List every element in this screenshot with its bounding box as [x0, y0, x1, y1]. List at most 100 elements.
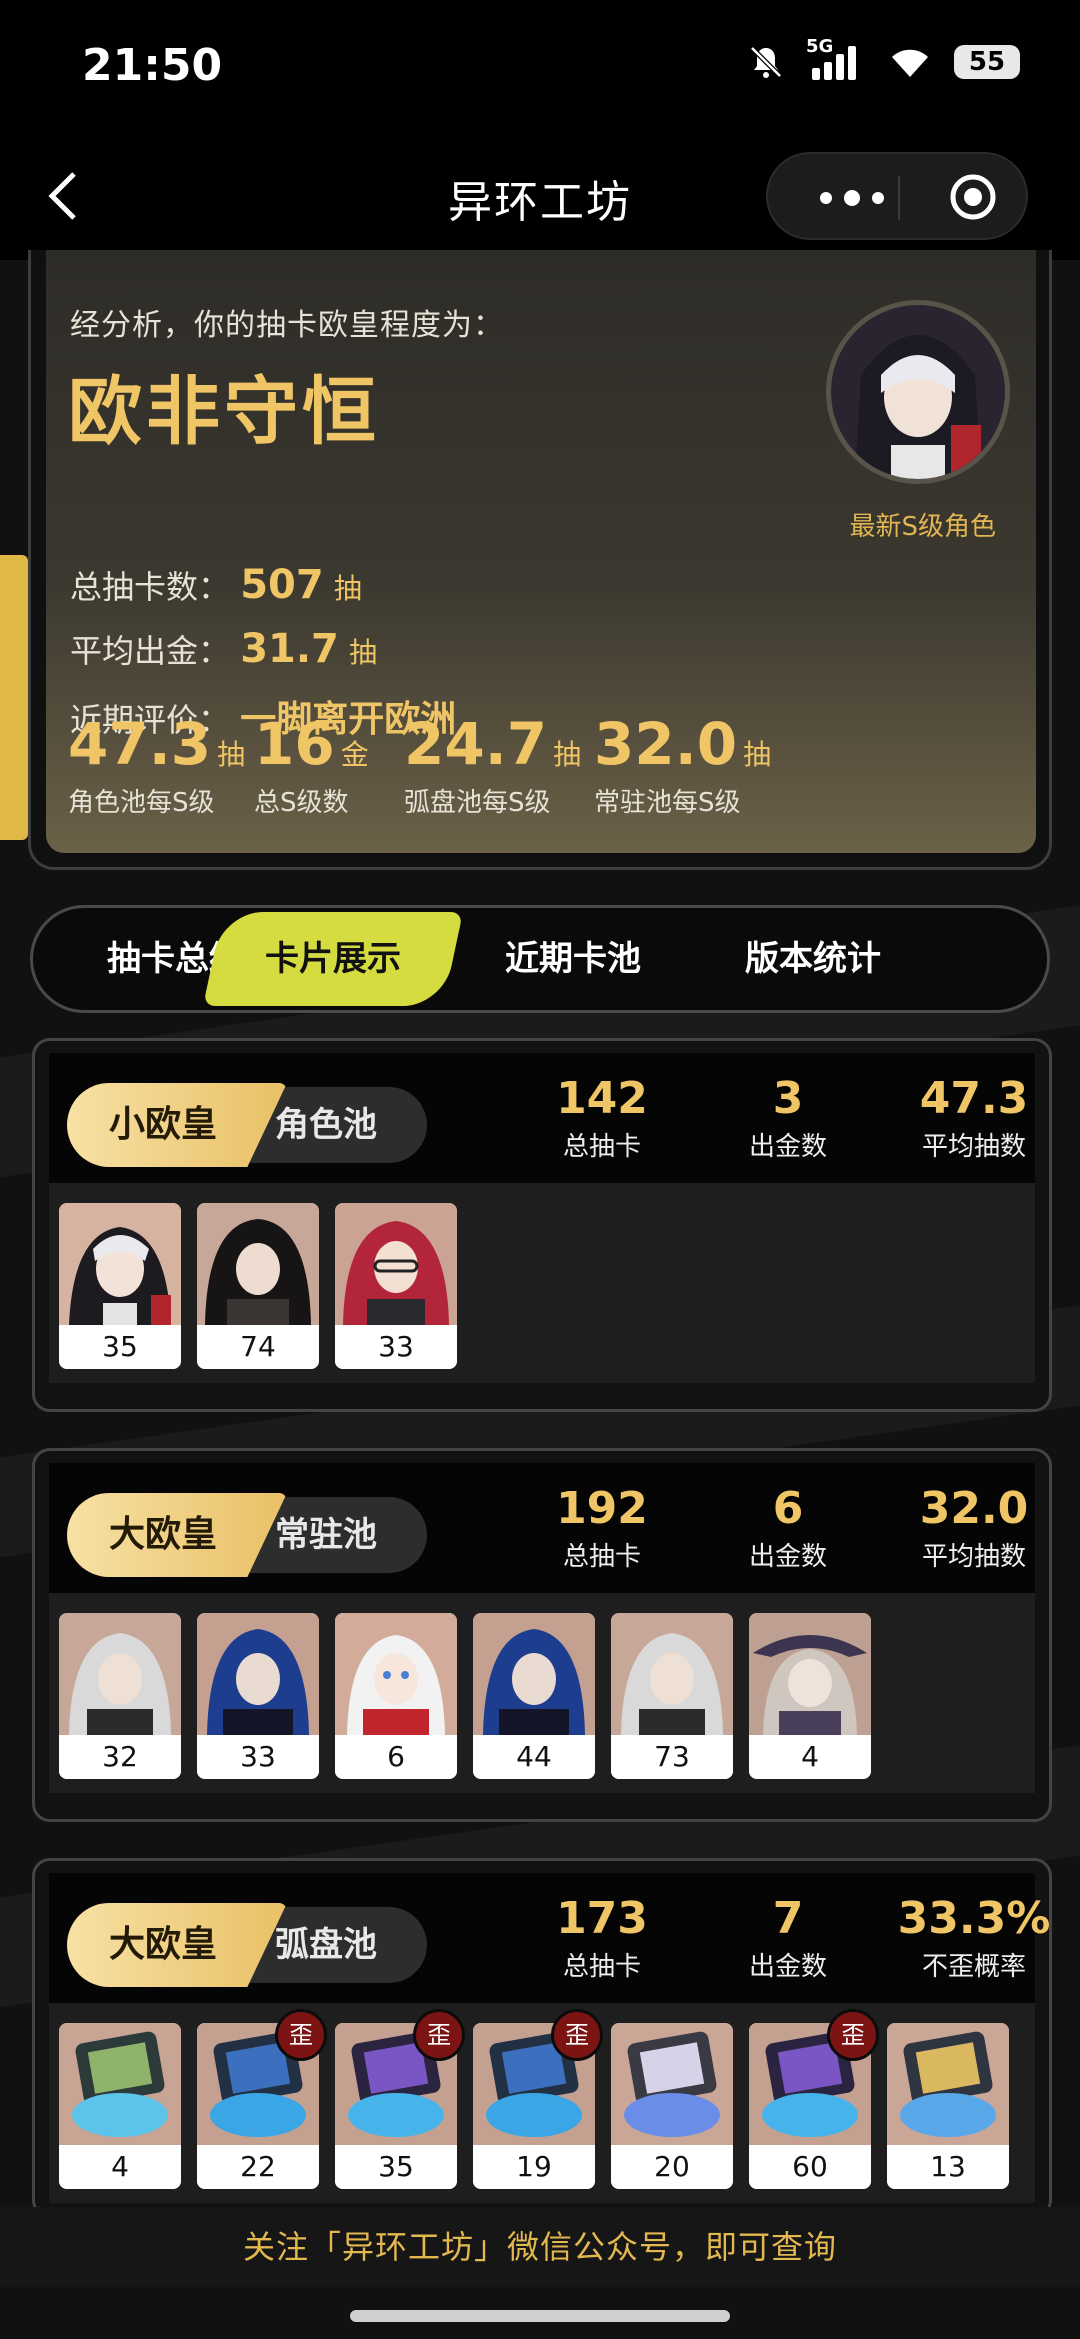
- pool-stat: 192 总抽卡: [517, 1483, 687, 1573]
- stat-unit: 金: [340, 738, 369, 771]
- capsule-divider: [898, 176, 900, 220]
- disc-card[interactable]: 4: [59, 2023, 181, 2189]
- pull-count: 6: [335, 1735, 457, 1779]
- pool-stat-value: 7: [772, 1893, 804, 1944]
- pool-card-character: 角色池 小欧皇 142 总抽卡 3 出金数 47.3 平均抽数 35 74 33: [32, 1038, 1052, 1412]
- stat-unit: 抽: [553, 738, 582, 771]
- pool-name: 角色池: [275, 1105, 377, 1145]
- character-card[interactable]: 35: [59, 1203, 181, 1369]
- disc-card[interactable]: 歪 35: [335, 2009, 465, 2189]
- pool-stat-label: 出金数: [748, 1132, 827, 1162]
- pool-name: 常驻池: [275, 1515, 377, 1555]
- luck-grade: 欧非守恒: [68, 369, 380, 455]
- stat-disc-pool: 24.7 抽 弧盘池每S级: [404, 710, 581, 819]
- character-portrait: [473, 1613, 595, 1735]
- latest-s-rank-avatar[interactable]: [826, 300, 1010, 484]
- tab-label: 近期卡池: [505, 939, 641, 979]
- total-pulls-label: 总抽卡数：: [70, 568, 231, 606]
- pool-stat: 3 出金数: [703, 1073, 873, 1163]
- character-card[interactable]: 74: [197, 1203, 319, 1369]
- pool-card-list: 35 74 33: [49, 1183, 1035, 1383]
- stat-caption: 总S级数: [254, 788, 349, 818]
- disc-artwork: [59, 2023, 181, 2145]
- pool-stat: 7 出金数: [703, 1893, 873, 1983]
- pool-name: 弧盘池: [275, 1925, 377, 1965]
- character-portrait: [197, 1203, 319, 1325]
- off-banner-badge: 歪: [827, 2009, 879, 2061]
- status-icons: 5G 55: [748, 36, 1020, 80]
- avg-gold-label: 平均出金：: [70, 632, 231, 670]
- pull-count: 22: [197, 2145, 319, 2189]
- disc-card[interactable]: 20: [611, 2023, 733, 2189]
- off-banner-badge: 歪: [275, 2009, 327, 2061]
- pull-count: 74: [197, 1325, 319, 1369]
- character-portrait: [335, 1613, 457, 1735]
- more-dots-icon[interactable]: [812, 180, 892, 216]
- disc-card[interactable]: 歪 19: [473, 2009, 603, 2189]
- tab-bar: 抽卡总结 卡片展示 近期卡池 版本统计: [30, 905, 1050, 1013]
- pool-stat-label: 总抽卡: [562, 1542, 641, 1572]
- pool-stat-label: 出金数: [748, 1952, 827, 1982]
- stat-value: 16: [254, 710, 335, 778]
- stat-caption: 角色池每S级: [68, 788, 215, 818]
- pull-count: 19: [473, 2145, 595, 2189]
- character-portrait: [749, 1613, 871, 1735]
- stat-value: 24.7: [404, 710, 548, 778]
- pull-count: 35: [59, 1325, 181, 1369]
- close-target-icon[interactable]: [948, 172, 998, 222]
- character-card[interactable]: 32: [59, 1613, 181, 1779]
- status-bar: 21:50 5G 55: [0, 0, 1080, 140]
- stat-total-s: 16 金 总S级数: [254, 710, 369, 819]
- pool-card-disc: 弧盘池 大欧皇 173 总抽卡 7 出金数 33.3% 不歪概率 4 歪 22 歪: [32, 1858, 1052, 2218]
- pool-stat-label: 不歪概率: [921, 1952, 1026, 1982]
- pool-stat: 32.0 平均抽数: [889, 1483, 1059, 1573]
- disc-artwork: [887, 2023, 1009, 2145]
- disc-card[interactable]: 歪 60: [749, 2009, 879, 2189]
- stat-caption: 常驻池每S级: [594, 788, 741, 818]
- tab-version-stats[interactable]: 版本统计: [693, 908, 933, 1010]
- character-card[interactable]: 33: [335, 1203, 457, 1369]
- stat-value: 47.3: [68, 710, 212, 778]
- pool-card-standard: 常驻池 大欧皇 192 总抽卡 6 出金数 32.0 平均抽数 32 33 6 44: [32, 1448, 1052, 1822]
- pool-stat-value: 3: [772, 1073, 804, 1124]
- pull-count: 4: [749, 1735, 871, 1779]
- pool-header: 角色池 小欧皇 142 总抽卡 3 出金数 47.3 平均抽数: [49, 1053, 1035, 1183]
- character-card[interactable]: 33: [197, 1613, 319, 1779]
- mini-program-capsule: [766, 152, 1028, 240]
- nav-bar: 异环工坊: [0, 140, 1080, 260]
- rank-label: 大欧皇: [109, 1924, 218, 1965]
- pool-stat-value: 142: [556, 1073, 648, 1124]
- pool-stat-value: 6: [772, 1483, 804, 1534]
- stat-unit: 抽: [217, 738, 246, 771]
- character-card[interactable]: 6: [335, 1613, 457, 1779]
- pull-count: 44: [473, 1735, 595, 1779]
- pull-count: 73: [611, 1735, 733, 1779]
- avg-gold-value: 31.7: [240, 626, 339, 672]
- mute-bell-icon: [750, 46, 782, 78]
- disc-card[interactable]: 13: [887, 2023, 1009, 2189]
- stat-standard-pool: 32.0 抽 常驻池每S级: [594, 710, 771, 819]
- character-card[interactable]: 4: [749, 1613, 871, 1779]
- pool-stat-label: 平均抽数: [921, 1542, 1026, 1572]
- pull-count: 60: [749, 2145, 871, 2189]
- pool-stat-value: 32.0: [919, 1483, 1029, 1534]
- character-portrait: [59, 1203, 181, 1325]
- pool-stat: 47.3 平均抽数: [889, 1073, 1059, 1163]
- tab-card-display[interactable]: 卡片展示: [203, 912, 463, 1006]
- footer-follow-hint[interactable]: 关注「异环工坊」微信公众号，即可查询: [0, 2207, 1080, 2287]
- disc-artwork: [611, 2023, 733, 2145]
- pool-stat: 173 总抽卡: [517, 1893, 687, 1983]
- pull-count: 4: [59, 2145, 181, 2189]
- tab-recent-pools[interactable]: 近期卡池: [453, 908, 693, 1010]
- pool-header: 弧盘池 大欧皇 173 总抽卡 7 出金数 33.3% 不歪概率: [49, 1873, 1050, 2003]
- total-pulls-value: 507: [240, 562, 324, 608]
- home-indicator[interactable]: [350, 2310, 730, 2322]
- character-card[interactable]: 44: [473, 1613, 595, 1779]
- rank-badge: 常驻池 大欧皇: [67, 1493, 447, 1577]
- avg-gold-unit: 抽: [349, 636, 378, 669]
- character-card[interactable]: 73: [611, 1613, 733, 1779]
- pool-stat: 33.3% 不歪概率: [889, 1893, 1059, 1983]
- disc-card[interactable]: 歪 22: [197, 2009, 327, 2189]
- pool-stat-label: 总抽卡: [562, 1132, 641, 1162]
- character-portrait: [197, 1613, 319, 1735]
